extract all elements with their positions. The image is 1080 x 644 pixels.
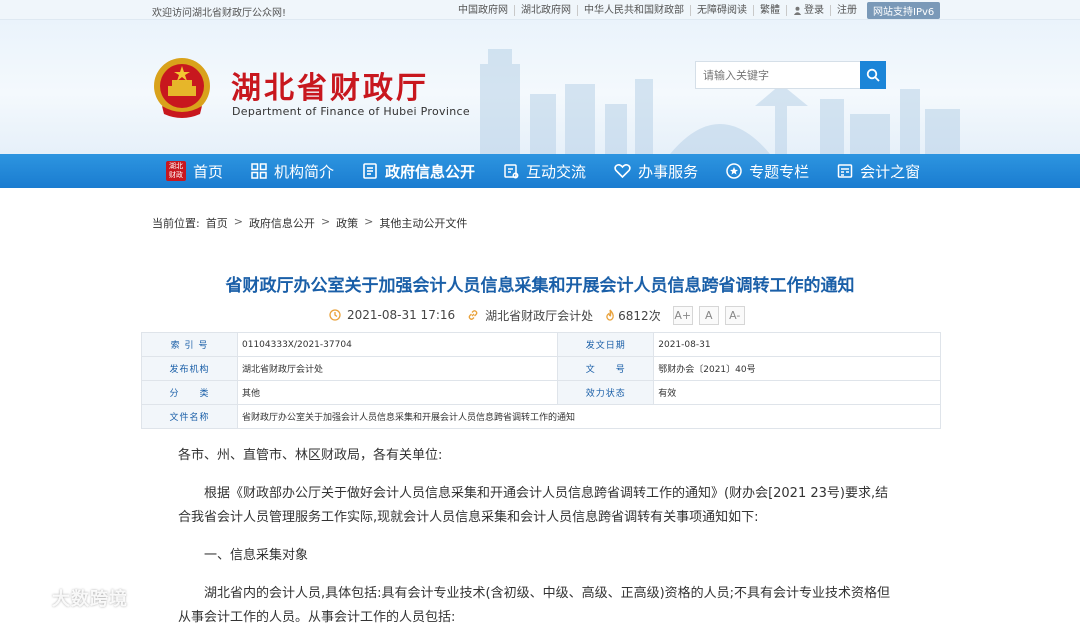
grid-icon	[251, 163, 267, 179]
watermark: 大数跨境	[8, 585, 128, 611]
login-link[interactable]: 登录	[787, 4, 831, 16]
link-traditional[interactable]: 繁體	[754, 4, 787, 16]
font-default-button[interactable]: A	[698, 305, 719, 325]
category-value: 其他	[236, 380, 559, 405]
breadcrumb-other-files[interactable]: 其他主动公开文件	[379, 215, 467, 231]
search-input[interactable]	[695, 61, 860, 89]
article-meta: 2021-08-31 17:16 湖北省财政厅会计处 6812次 A+ A A-	[329, 305, 745, 325]
file-name-label: 文件名称	[141, 404, 238, 429]
ipv6-badge: 网站支持IPv6	[867, 1, 941, 19]
site-header: 湖北省财政厅 Department of Finance of Hubei Pr…	[0, 20, 1080, 154]
table-row: 分 类 其他 效力状态 有效	[141, 380, 941, 405]
doc-number-value: 鄂财办会〔2021〕40号	[653, 356, 941, 381]
nav-gov-info[interactable]: 政府信息公开	[362, 154, 475, 188]
link-gov-cn[interactable]: 中国政府网	[452, 4, 515, 16]
nav-accounting-label: 会计之窗	[860, 162, 921, 181]
category-label: 分 类	[141, 380, 238, 405]
nav-services[interactable]: 办事服务	[614, 154, 698, 188]
search-button[interactable]	[860, 61, 886, 89]
nav-services-label: 办事服务	[638, 162, 699, 181]
watermark-text: 大数跨境	[52, 589, 128, 610]
flame-icon	[606, 309, 614, 321]
table-row: 文件名称 省财政厅办公室关于加强会计人员信息采集和开展会计人员信息跨省调转工作的…	[141, 404, 941, 429]
index-number-value: 01104333X/2021-37704	[236, 332, 559, 357]
publish-date: 2021-08-31 17:16	[329, 308, 455, 322]
font-increase-button[interactable]: A+	[672, 305, 693, 325]
index-number-label: 索 引 号	[141, 332, 238, 357]
breadcrumb-gov-info[interactable]: 政府信息公开	[249, 215, 315, 231]
issue-date-label: 发文日期	[557, 332, 655, 357]
clock-icon	[329, 309, 341, 321]
form-icon	[504, 164, 519, 179]
document-icon	[363, 163, 377, 179]
link-icon	[468, 310, 478, 320]
body-paragraph: 根据《财政部办公厅关于做好会计人员信息采集和开通会计人员信息跨省调转工作的通知》…	[178, 486, 889, 525]
hubei-finance-badge-icon: 湖北财政	[166, 161, 186, 181]
breadcrumb-sep: >	[233, 215, 243, 228]
section-heading: 一、信息采集对象	[204, 548, 309, 563]
top-links: 中国政府网 湖北政府网 中华人民共和国财政部 无障碍阅读 繁體 登录 注册 网站…	[452, 1, 941, 19]
nav-interaction-label: 互动交流	[526, 162, 587, 181]
view-count-text: 6812次	[618, 308, 661, 323]
nav-topics[interactable]: 专题专栏	[726, 154, 809, 188]
watermark-logo-icon	[10, 590, 46, 606]
site-title: 湖北省财政厅	[231, 71, 429, 106]
national-emblem-logo	[154, 58, 210, 118]
link-accessibility[interactable]: 无障碍阅读	[691, 4, 754, 16]
breadcrumb-label: 当前位置:	[152, 217, 200, 230]
document-info-table: 索 引 号 01104333X/2021-37704 发文日期 2021-08-…	[141, 332, 941, 429]
nav-accounting[interactable]: 会计之窗	[837, 154, 920, 188]
font-size-controls: A+ A A-	[672, 305, 745, 325]
link-mof[interactable]: 中华人民共和国财政部	[578, 4, 691, 16]
heart-icon	[614, 163, 631, 179]
link-hubei-gov[interactable]: 湖北政府网	[515, 4, 578, 16]
star-circle-icon	[726, 163, 742, 179]
breadcrumb-sep: >	[320, 215, 331, 228]
validity-value: 有效	[653, 380, 941, 405]
article-title: 省财政厅办公室关于加强会计人员信息采集和开展会计人员信息跨省调转工作的通知	[225, 276, 855, 296]
nav-home-label: 首页	[193, 162, 224, 181]
article-source-text: 湖北省财政厅会计处	[485, 308, 594, 323]
site-subtitle: Department of Finance of Hubei Province	[232, 105, 470, 118]
nav-home[interactable]: 湖北财政 首页	[166, 154, 223, 188]
breadcrumb: 当前位置: 首页 > 政府信息公开 > 政策 > 其他主动公开文件	[152, 215, 467, 231]
login-label: 登录	[804, 4, 824, 16]
nav-about[interactable]: 机构简介	[251, 154, 334, 188]
nav-about-label: 机构简介	[274, 162, 335, 181]
calculator-icon	[837, 164, 853, 178]
search-icon	[866, 68, 880, 82]
breadcrumb-policy[interactable]: 政策	[336, 215, 358, 231]
table-row: 索 引 号 01104333X/2021-37704 发文日期 2021-08-…	[141, 332, 941, 357]
main-nav: 湖北财政 首页 机构简介 政府信息公开 互动交流 办事服务 专题专栏 会计之窗	[0, 154, 1080, 188]
welcome-text: 欢迎访问湖北省财政厅公众网!	[152, 8, 287, 19]
view-count: 6812次	[605, 307, 661, 324]
publisher-label: 发布机构	[141, 356, 238, 381]
publish-date-text: 2021-08-31 17:16	[347, 308, 456, 322]
salutation: 各市、州、直管市、林区财政局，各有关单位:	[178, 448, 443, 463]
publisher-value: 湖北省财政厅会计处	[236, 356, 559, 381]
search-box	[695, 61, 886, 89]
doc-number-label: 文 号	[557, 356, 655, 381]
register-link[interactable]: 注册	[831, 5, 863, 16]
breadcrumb-home[interactable]: 首页	[206, 215, 228, 231]
file-name-value: 省财政厅办公室关于加强会计人员信息采集和开展会计人员信息跨省调转工作的通知	[237, 404, 941, 429]
nav-interaction[interactable]: 互动交流	[503, 154, 586, 188]
table-row: 发布机构 湖北省财政厅会计处 文 号 鄂财办会〔2021〕40号	[141, 356, 941, 381]
issue-date-value: 2021-08-31	[653, 332, 941, 357]
article-source: 湖北省财政厅会计处	[467, 307, 593, 324]
breadcrumb-sep: >	[364, 215, 374, 228]
top-bar: 欢迎访问湖北省财政厅公众网! 中国政府网 湖北政府网 中华人民共和国财政部 无障…	[0, 0, 1080, 20]
validity-label: 效力状态	[557, 380, 655, 405]
nav-topics-label: 专题专栏	[749, 162, 810, 181]
nav-gov-info-label: 政府信息公开	[385, 162, 476, 181]
body-paragraph: 湖北省内的会计人员,具体包括:具有会计专业技术(含初级、中级、高级、正高级)资格…	[178, 586, 891, 625]
article-body: 各市、州、直管市、林区财政局，各有关单位: 根据《财政部办公厅关于做好会计人员信…	[178, 444, 898, 644]
font-decrease-button[interactable]: A-	[724, 305, 745, 325]
user-icon	[793, 6, 802, 15]
